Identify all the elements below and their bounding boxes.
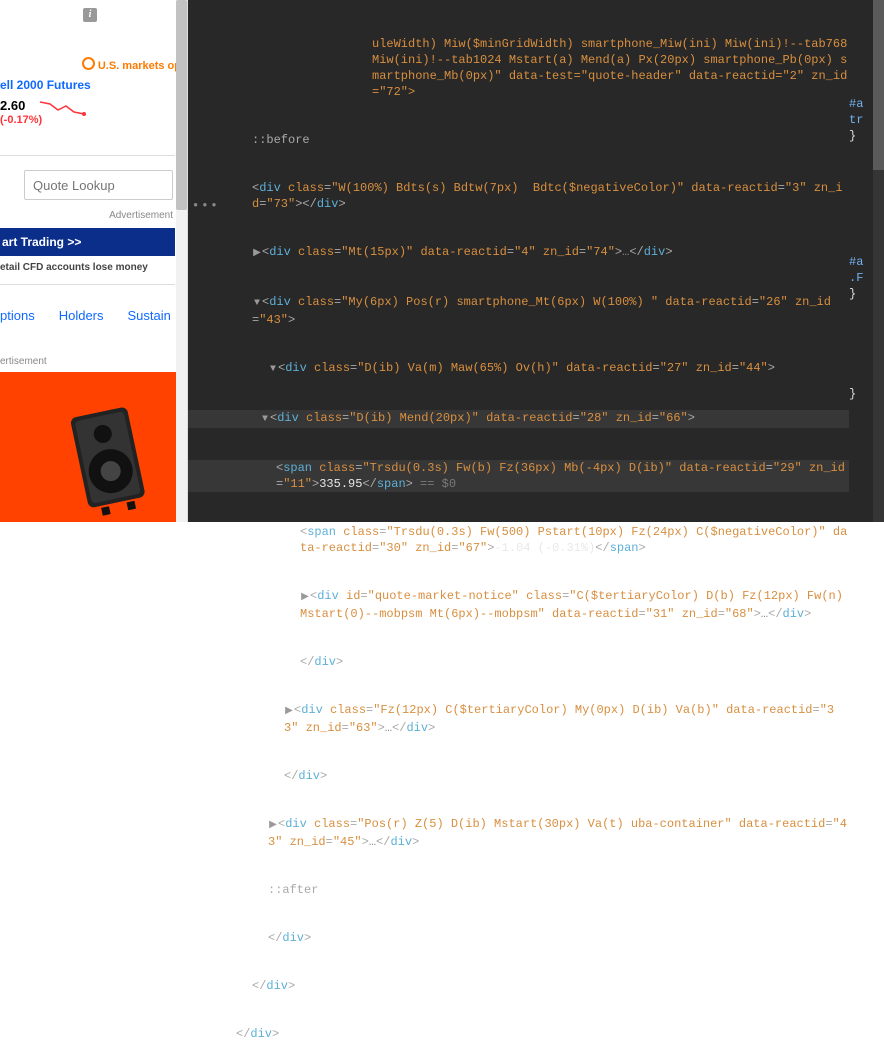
scrollbar[interactable] [873,0,884,522]
css-selector[interactable]: #a [849,96,873,112]
ad-label: ertisement [0,356,47,367]
css-prop[interactable]: .F [849,270,873,286]
ticker-price: 2.60 [0,98,25,113]
tab-options[interactable]: ptions [0,308,35,323]
divider [0,155,175,156]
code-line-selected[interactable]: <span class="Trsdu(0.3s) Fw(b) Fz(36px) … [188,460,884,492]
scrollbar-thumb[interactable] [176,0,187,210]
ad-label: Advertisement [109,210,173,221]
ticker-name-link[interactable]: ell 2000 Futures [0,78,91,92]
css-brace: } [849,386,873,402]
info-icon[interactable]: i [83,8,97,22]
code-line[interactable]: ▶<div id="quote-market-notice" class="C(… [212,588,848,622]
devtools-elements-panel[interactable]: ••• uleWidth) Miw($minGridWidth) smartph… [188,0,884,522]
code-line[interactable]: <span class="Trsdu(0.3s) Fw(500) Pstart(… [212,524,848,556]
collapse-icon[interactable]: ▼ [252,296,262,312]
css-prop[interactable]: tr [849,112,873,128]
css-brace: } [849,128,873,144]
code-line[interactable]: ▶<div class="Mt(15px)" data-reactid="4" … [212,244,848,262]
code-line[interactable]: </div> [212,768,848,784]
display-ad[interactable] [0,372,188,522]
sparkline-chart [40,96,88,125]
tab-sustainability[interactable]: Sustain [128,308,171,323]
code-line[interactable]: uleWidth) Miw($minGridWidth) smartphone_… [212,36,848,100]
styles-sidebar[interactable]: #a tr } #a .F } } [849,0,873,522]
css-selector[interactable]: #a [849,254,873,270]
tab-holders[interactable]: Holders [59,308,104,323]
code-line[interactable]: </div> [212,654,848,670]
dom-tree[interactable]: uleWidth) Miw($minGridWidth) smartphone_… [212,4,848,1044]
scrollbar[interactable] [176,0,187,522]
expand-icon[interactable]: ▶ [284,704,294,720]
code-line[interactable]: ▶<div class="Fz(12px) C($tertiaryColor) … [212,702,848,736]
code-line[interactable]: <div class="W(100%) Bdts(s) Bdtw(7px) Bd… [212,180,848,212]
code-line[interactable]: </div> [212,930,848,946]
market-status: U.S. markets op [82,56,181,72]
pseudo-after: ::after [212,882,848,898]
collapse-icon[interactable]: ▼ [268,362,278,378]
pseudo-before: ::before [212,132,848,148]
gutter: ••• [188,0,212,522]
start-trading-button[interactable]: art Trading >> [0,228,175,256]
divider [0,284,175,285]
expand-icon[interactable]: ▶ [300,590,310,606]
quote-lookup-input[interactable] [24,170,173,200]
css-brace: } [849,286,873,302]
page-left-panel: i U.S. markets op ell 2000 Futures 2.60 … [0,0,188,522]
code-line[interactable]: ▶<div class="Pos(r) Z(5) D(ib) Mstart(30… [212,816,848,850]
expand-icon[interactable]: ▶ [268,818,278,834]
code-line[interactable]: </div> [212,978,848,994]
expand-icon[interactable]: ▶ [252,246,262,262]
scrollbar-thumb[interactable] [873,0,884,170]
code-line-selected[interactable]: ▼<div class="D(ib) Mend(20px)" data-reac… [188,410,884,428]
code-line[interactable]: </div> [212,1026,848,1042]
ticker-change: (-0.17%) [0,114,42,126]
collapse-icon[interactable]: ▼ [260,412,270,428]
code-line[interactable]: ▼<div class="D(ib) Va(m) Maw(65%) Ov(h)"… [212,360,848,378]
code-line[interactable]: ▼<div class="My(6px) Pos(r) smartphone_M… [212,294,848,328]
sub-nav-tabs: ptions Holders Sustain [0,308,175,323]
cfd-warning: etail CFD accounts lose money [0,262,175,273]
speaker-image [48,390,182,522]
